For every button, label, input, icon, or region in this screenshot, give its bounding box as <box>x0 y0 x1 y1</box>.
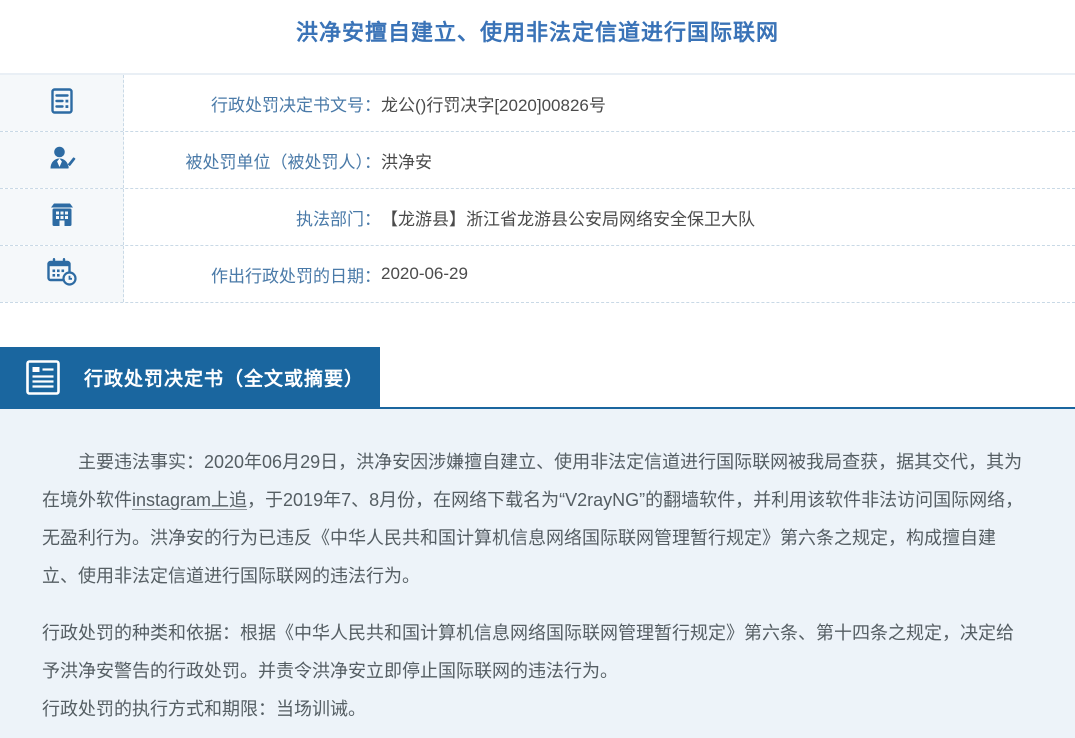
icon-cell <box>0 132 124 188</box>
document-number-value: 龙公()行罚决字[2020]00826号 <box>381 91 606 116</box>
facts-underlined-text: instagram上追 <box>132 490 247 510</box>
table-row-enforcement-department: 执法部门： 【龙游县】浙江省龙游县公安局网络安全保卫大队 <box>0 189 1075 246</box>
form-document-icon <box>49 87 75 120</box>
paragraph-penalty-execution: 行政处罚的执行方式和期限：当场训诫。 <box>42 690 1031 728</box>
punished-party-value: 洪净安 <box>381 148 432 173</box>
decision-section-header: 行政处罚决定书（全文或摘要） <box>0 347 380 407</box>
penalty-info-table: 行政处罚决定书文号： 龙公()行罚决字[2020]00826号 被处罚单位（被处… <box>0 73 1075 303</box>
person-pen-icon <box>48 145 76 176</box>
decision-section-title: 行政处罚决定书（全文或摘要） <box>84 364 364 391</box>
penalty-date-value: 2020-06-29 <box>381 264 468 284</box>
decision-document-body: 主要违法事实：2020年06月29日，洪净安因涉嫌擅自建立、使用非法定信道进行国… <box>0 409 1075 738</box>
enforcement-department-label: 执法部门： <box>124 205 381 230</box>
building-icon <box>48 201 76 233</box>
icon-cell <box>0 189 124 245</box>
table-row-punished-party: 被处罚单位（被处罚人）： 洪净安 <box>0 132 1075 189</box>
table-row-penalty-date: 作出行政处罚的日期： 2020-06-29 <box>0 246 1075 303</box>
icon-cell <box>0 75 124 131</box>
icon-cell <box>0 246 124 302</box>
decision-section-divider: 行政处罚决定书（全文或摘要） <box>0 347 1075 409</box>
enforcement-department-value: 【龙游县】浙江省龙游县公安局网络安全保卫大队 <box>381 205 755 230</box>
calendar-clock-icon <box>46 257 77 291</box>
penalty-date-label: 作出行政处罚的日期： <box>124 262 381 287</box>
decision-document-icon <box>25 359 61 396</box>
table-row-document-number: 行政处罚决定书文号： 龙公()行罚决字[2020]00826号 <box>0 75 1075 132</box>
punished-party-label: 被处罚单位（被处罚人）： <box>124 148 381 173</box>
document-number-label: 行政处罚决定书文号： <box>124 91 381 116</box>
paragraph-main-facts: 主要违法事实：2020年06月29日，洪净安因涉嫌擅自建立、使用非法定信道进行国… <box>42 443 1031 595</box>
paragraph-penalty-basis: 行政处罚的种类和依据：根据《中华人民共和国计算机信息网络国际联网管理暂行规定》第… <box>42 614 1031 690</box>
page-title: 洪净安擅自建立、使用非法定信道进行国际联网 <box>0 0 1075 73</box>
